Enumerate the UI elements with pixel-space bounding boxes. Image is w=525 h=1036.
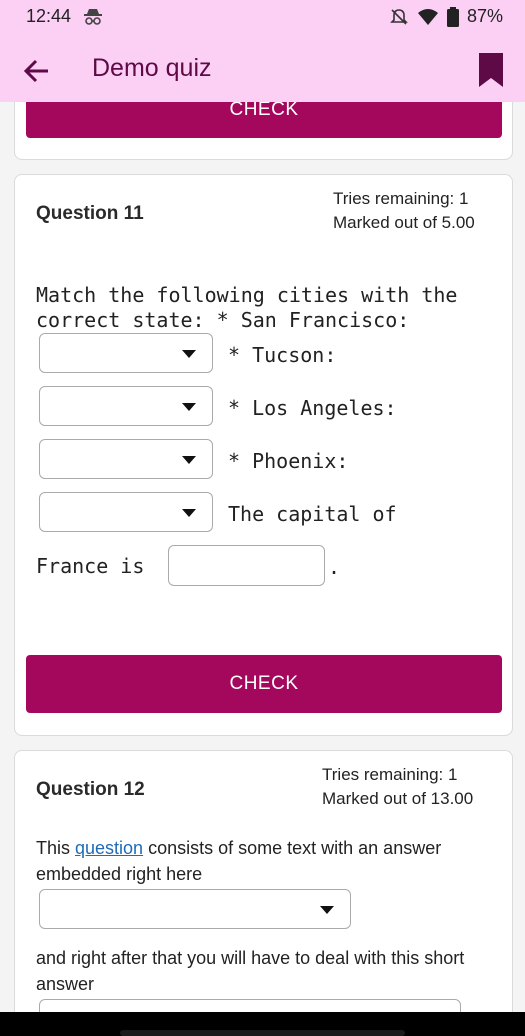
dropdown-caret-icon [182, 403, 196, 411]
bookmark-icon[interactable] [479, 53, 503, 87]
incognito-icon [84, 9, 102, 25]
text-after-select-line1: and right after that you will have to de… [36, 948, 465, 968]
marked-out-of: Marked out of 13.00 [322, 789, 474, 808]
question-status: Tries remaining: 1 Marked out of 5.00 [333, 187, 475, 235]
embedded-answer-select[interactable] [39, 889, 351, 929]
marked-out-of: Marked out of 5.00 [333, 213, 475, 232]
question-heading: Question 12 [36, 779, 145, 800]
dropdown-caret-icon [320, 906, 334, 914]
answer-select-tucson[interactable] [39, 386, 213, 426]
top-bar: 12:44 87% Demo quiz [0, 0, 525, 102]
question-text-line2: correct state: * San Francisco: [36, 308, 410, 332]
capital-text-line1: The capital of [228, 502, 397, 526]
question-card-11: Question 11 Tries remaining: 1 Marked ou… [14, 174, 513, 736]
battery-icon [446, 6, 459, 27]
question-text-after-select: and right after that you will have to de… [36, 945, 506, 997]
question-text-line1: This question consists of some text with… [36, 835, 506, 861]
tries-remaining: Tries remaining: 1 [333, 189, 469, 208]
back-arrow-icon[interactable] [20, 54, 54, 88]
question-heading: Question 11 [36, 203, 144, 224]
page-title: Demo quiz [92, 54, 212, 82]
tries-remaining: Tries remaining: 1 [322, 765, 458, 784]
system-nav-bar [0, 1012, 525, 1036]
text-before-link: This [36, 838, 76, 858]
capital-answer-input[interactable] [168, 545, 325, 586]
dropdown-caret-icon [182, 456, 196, 464]
dropdown-caret-icon [182, 350, 196, 358]
mute-icon [390, 8, 408, 25]
item-tucson-label: * Tucson: [228, 343, 337, 367]
status-right: 87% [389, 6, 503, 27]
text-after-link: consists of some text with an answer [143, 838, 442, 858]
capital-text-line2: France is [36, 554, 145, 578]
app-bar: Demo quiz [0, 36, 525, 102]
question-text-line1: Match the following cities with the [36, 283, 458, 307]
wifi-icon [417, 8, 438, 25]
question-card-12: Question 12 Tries remaining: 1 Marked ou… [14, 750, 513, 1036]
capital-period: . [328, 555, 341, 579]
answer-select-phoenix[interactable] [39, 492, 213, 532]
status-time: 12:44 [26, 6, 72, 26]
question-link[interactable]: question [75, 838, 143, 858]
status-bar: 12:44 87% [0, 0, 525, 36]
check-button-question-11[interactable]: CHECK [26, 655, 502, 713]
text-after-select-line2: answer [36, 974, 95, 994]
question-text-line2: embedded right here [36, 864, 203, 884]
battery-percent: 87% [466, 6, 503, 26]
answer-select-los-angeles[interactable] [39, 439, 213, 479]
check-label: CHECK [229, 99, 299, 120]
home-gesture-pill[interactable] [120, 1030, 405, 1036]
question-text: This question consists of some text with… [36, 835, 506, 887]
dropdown-caret-icon [182, 509, 196, 517]
item-phoenix-label: * Phoenix: [228, 449, 349, 473]
item-los-angeles-label: * Los Angeles: [228, 396, 397, 420]
answer-select-san-francisco[interactable] [39, 333, 213, 373]
quiz-screen: 12:44 87% Demo quiz CHECK Question 11 Tr… [0, 0, 525, 1036]
check-label: CHECK [229, 673, 299, 694]
question-status: Tries remaining: 1 Marked out of 13.00 [322, 763, 473, 811]
